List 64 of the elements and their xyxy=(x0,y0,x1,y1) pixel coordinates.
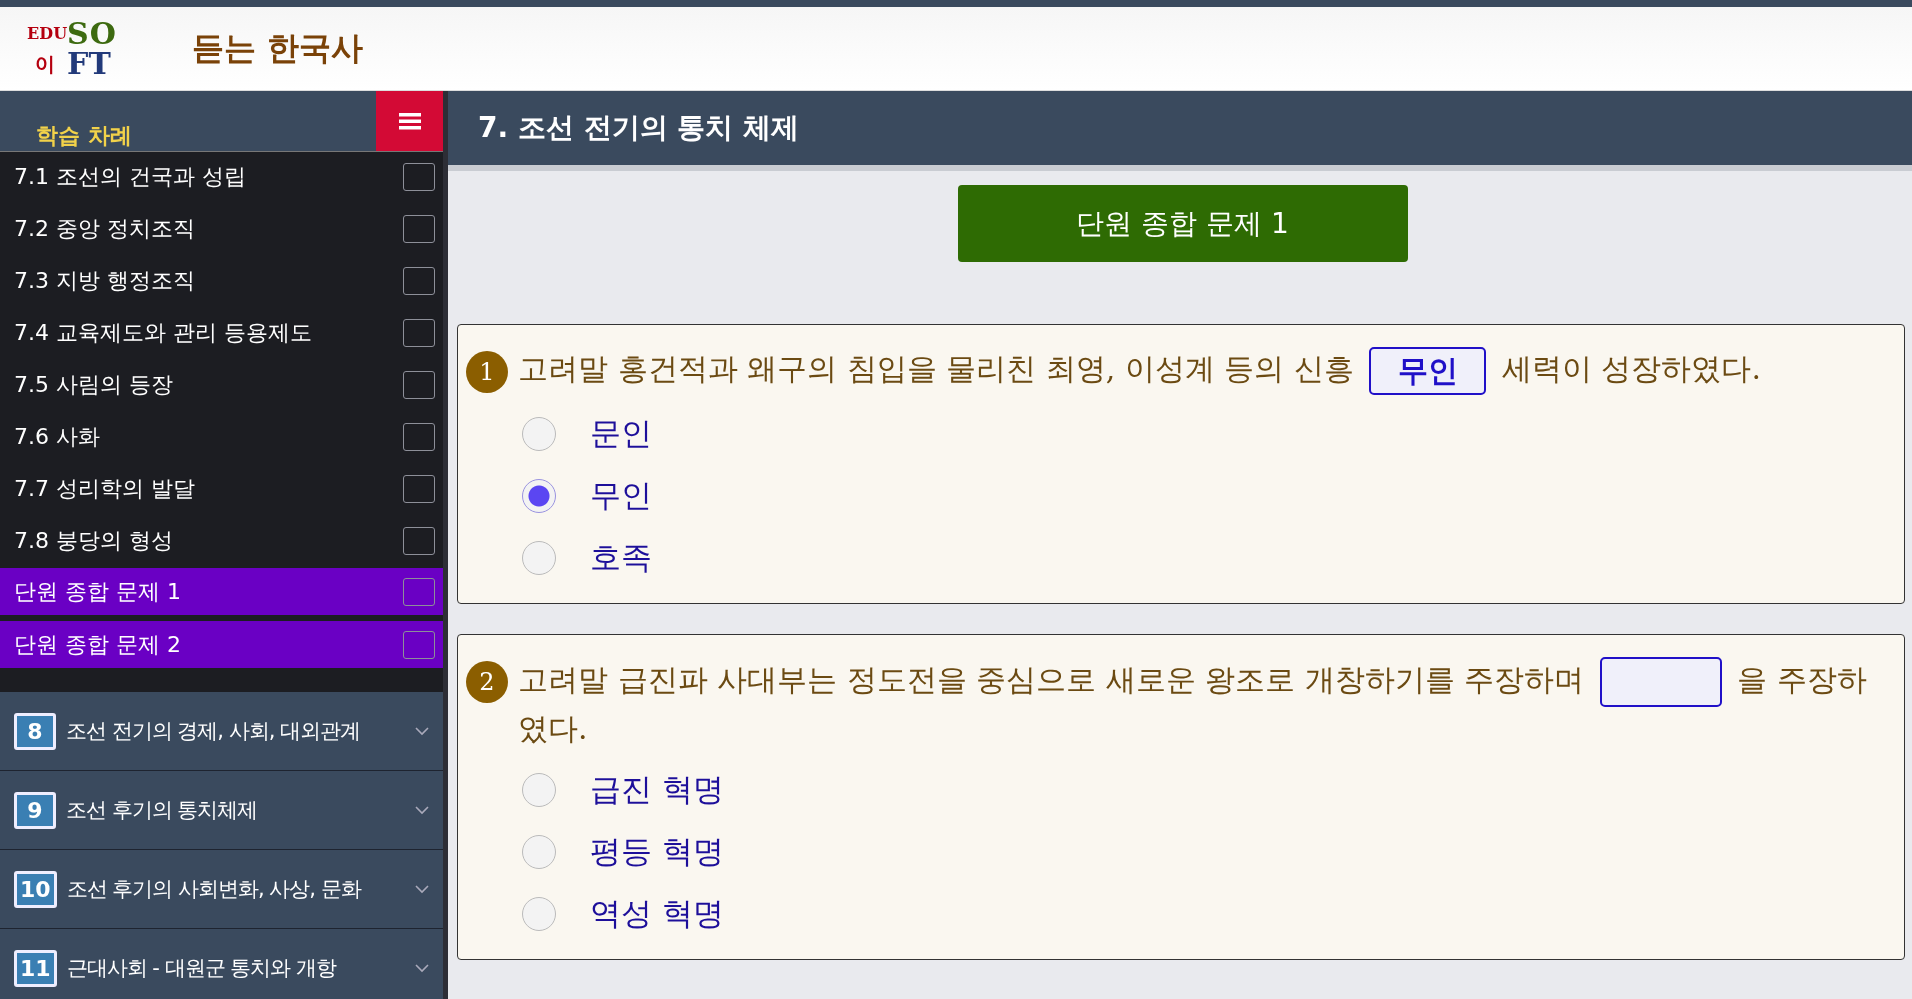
lesson-item[interactable]: 7.2 중앙 정치조직 xyxy=(0,204,443,256)
lesson-label: 7.3 지방 행정조직 xyxy=(14,267,195,295)
lesson-label: 7.2 중앙 정치조직 xyxy=(14,215,195,243)
checkbox[interactable] xyxy=(403,319,435,347)
checkbox[interactable] xyxy=(403,371,435,399)
lesson-label: 7.7 성리학의 발달 xyxy=(14,475,195,503)
checkbox[interactable] xyxy=(403,215,435,243)
question-text: 고려말 홍건적과 왜구의 침입을 물리친 최영, 이성계 등의 신흥 무인 세력이 성장하였다. xyxy=(518,347,1761,395)
radio-button[interactable] xyxy=(522,479,556,513)
lesson-label: 7.5 사림의 등장 xyxy=(14,371,173,399)
chapter-number: 9 xyxy=(14,791,56,829)
app-title: 듣는 한국사 xyxy=(192,27,364,69)
chapter-title: 조선 후기의 통치체제 xyxy=(66,797,259,824)
lesson-label: 7.6 사화 xyxy=(14,423,100,451)
lesson-item[interactable]: 7.1 조선의 건국과 성립 xyxy=(0,152,443,204)
chapter-item[interactable]: 11 근대사회 - 대원군 통치와 개항 xyxy=(0,929,443,999)
quiz-button[interactable]: 단원 종합 문제 1 xyxy=(957,185,1408,262)
radio-button[interactable] xyxy=(522,772,556,807)
radio-button[interactable] xyxy=(522,541,556,575)
lesson-item[interactable]: 단원 종합 문제 1 xyxy=(0,568,443,617)
page-title: 7. 조선 전기의 통치 체제 xyxy=(448,91,1912,171)
lesson-item[interactable]: 7.3 지방 행정조직 xyxy=(0,256,443,308)
checkbox[interactable] xyxy=(403,163,435,191)
lesson-item[interactable]: 7.5 사림의 등장 xyxy=(0,360,443,412)
chapter-title: 조선 전기의 경제, 사회, 대외관계 xyxy=(66,718,362,745)
option-label[interactable]: 급진 혁명 xyxy=(590,768,724,811)
radio-button[interactable] xyxy=(522,417,556,451)
option-label[interactable]: 역성 혁명 xyxy=(590,892,724,935)
checkbox[interactable] xyxy=(403,527,435,555)
radio-button[interactable] xyxy=(522,896,556,931)
chapter-number: 11 xyxy=(14,949,57,987)
lesson-label: 단원 종합 문제 2 xyxy=(14,630,181,659)
sidebar-title: 학습 차례 xyxy=(35,122,133,150)
chapter-item[interactable]: 8 조선 전기의 경제, 사회, 대외관계 xyxy=(0,692,443,771)
lesson-label: 7.4 교육제도와 관리 등용제도 xyxy=(14,319,312,347)
lesson-label: 7.1 조선의 건국과 성립 xyxy=(14,163,246,191)
option-label[interactable]: 평등 혁명 xyxy=(590,830,724,873)
chapter-item[interactable]: 9 조선 후기의 통치체제 xyxy=(0,771,443,850)
chapter-item[interactable]: 10 조선 후기의 사회변화, 사상, 문화 xyxy=(0,850,443,929)
option-label[interactable]: 무인 xyxy=(590,475,652,517)
chapter-number: 8 xyxy=(14,712,56,750)
menu-icon xyxy=(398,112,421,130)
question-number: 2 xyxy=(466,661,508,703)
checkbox[interactable] xyxy=(403,423,435,451)
menu-button[interactable] xyxy=(376,91,443,151)
radio-button[interactable] xyxy=(522,834,556,869)
question-number: 1 xyxy=(466,351,508,393)
chapter-number: 10 xyxy=(14,870,57,908)
lesson-label: 7.8 붕당의 형성 xyxy=(14,527,173,555)
lesson-item[interactable]: 단원 종합 문제 2 xyxy=(0,621,443,670)
checkbox[interactable] xyxy=(403,630,435,659)
lesson-item[interactable]: 7.7 성리학의 발달 xyxy=(0,464,443,516)
chapter-title: 조선 후기의 사회변화, 사상, 문화 xyxy=(66,876,363,903)
question-text: 고려말 급진파 사대부는 정도전을 중심으로 새로운 왕조로 개창하기를 주장하며 을 주장하였다. xyxy=(518,657,1896,751)
option-label[interactable]: 문인 xyxy=(590,413,652,455)
lesson-item[interactable]: 7.4 교육제도와 관리 등용제도 xyxy=(0,308,443,360)
option-label[interactable]: 호족 xyxy=(590,537,652,579)
checkbox[interactable] xyxy=(403,267,435,295)
lesson-label: 단원 종합 문제 1 xyxy=(14,577,181,606)
answer-blank: 무인 xyxy=(1369,347,1487,395)
chapter-title: 근대사회 - 대원군 통치와 개항 xyxy=(66,955,338,982)
checkbox[interactable] xyxy=(403,475,435,503)
lesson-item[interactable]: 7.6 사화 xyxy=(0,412,443,464)
checkbox[interactable] xyxy=(403,577,435,606)
